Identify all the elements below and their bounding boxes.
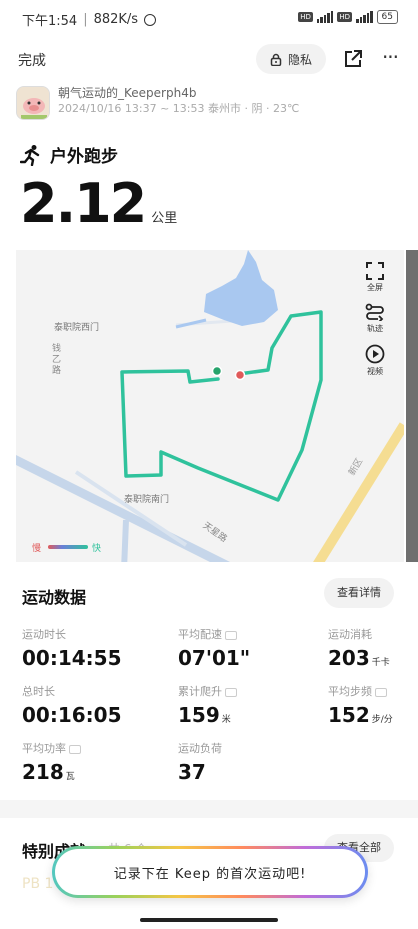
stat-label: 累计爬升 [178,685,222,698]
more-icon[interactable]: ··· [378,47,402,70]
map-road-diagonal-2 [74,470,188,547]
next-card-edge[interactable] [406,250,418,562]
stat-value: 152 [328,703,370,727]
stat-label: 运动负荷 [178,742,222,755]
privacy-label: 隐私 [287,52,312,67]
stat-label: 运动时长 [22,628,66,641]
user-name[interactable]: 朝气运动的_Keeperph4b [58,84,196,101]
route-path [120,310,323,502]
map-canvas [16,250,404,562]
achievement-badge: PB 1 [22,876,54,892]
map-water [204,250,278,326]
record-first-run-banner[interactable]: 记录下在 Keep 的首次运动吧! [52,846,368,898]
signal-icon [316,11,334,23]
video-button[interactable]: 视频 [365,344,385,377]
view-details-button[interactable]: 查看详情 [324,578,394,608]
stat-total-duration: 总时长 00:16:05 [22,683,122,727]
stat-training-load: 运动负荷 37 [178,740,222,784]
fullscreen-button[interactable]: 全屏 [366,262,384,293]
distance-row: 2.12 公里 [20,172,177,236]
stat-value: 218 [22,760,64,784]
status-time: 下午1:54 [22,14,78,29]
map-label-south-gate: 泰职院南门 [124,495,170,505]
distance-unit: 公里 [151,211,178,226]
stat-unit: 千卡 [371,658,390,668]
stat-avg-pace: 平均配速 07'01" [178,626,250,670]
stat-value: 00:16:05 [22,703,122,727]
route-start-marker [211,365,223,377]
stats-header: 运动数据 查看详情 [0,578,418,610]
stats-title: 运动数据 [22,588,87,607]
fullscreen-icon [366,262,384,280]
stat-unit: 瓦 [65,772,75,782]
stat-label: 运动消耗 [328,628,372,641]
map-label-west-gate: 泰职院西门 [54,323,100,333]
info-icon[interactable] [69,744,81,754]
stat-duration: 运动时长 00:14:55 [22,626,122,670]
stat-avg-power: 平均功率 218 瓦 [22,740,81,784]
status-bar: 下午1:54 | 882K/s HD HD 65 [0,0,418,36]
stat-value: 37 [178,760,206,784]
activity-title: 户外跑步 [20,142,118,167]
signal-icon-2 [356,11,373,23]
done-button[interactable]: 完成 [18,50,46,70]
map-toolbar: 全屏 轨迹 视频 [360,262,390,377]
activity-type: 户外跑步 [50,147,118,167]
play-icon [365,344,385,364]
share-icon[interactable] [342,48,364,70]
video-label: 视频 [367,367,383,376]
route-map[interactable]: 泰职院西门 钱乙路 泰职院南门 天星路 新区 慢 快 全屏 轨迹 视频 [16,250,404,562]
hd-icon-2: HD [337,12,353,22]
top-bar: 完成 隐私 ··· [0,40,418,80]
alarm-icon [144,13,157,26]
trajectory-label: 轨迹 [367,324,383,333]
map-label-road-west: 钱乙路 [52,344,62,376]
stat-value: 07'01" [178,646,251,670]
info-icon[interactable] [375,687,387,697]
map-main-road [313,422,404,562]
stat-label: 平均配速 [178,628,222,641]
stat-label: 平均功率 [22,742,66,755]
stat-label: 平均步频 [328,685,372,698]
stat-calories: 运动消耗 203 千卡 [328,626,390,670]
pace-legend-bar [48,545,88,549]
route-end-marker [234,369,246,381]
info-icon[interactable] [225,630,237,640]
stat-unit: 步/分 [371,715,393,725]
stat-unit: 米 [221,715,231,725]
trajectory-icon [365,303,384,321]
hd-icon: HD [298,12,313,22]
info-icon[interactable] [225,687,237,697]
trajectory-button[interactable]: 轨迹 [365,303,385,334]
map-road-branch [121,519,129,562]
battery-icon: 65 [376,10,398,24]
activity-meta: 2024/10/16 13:37 ~ 13:53 泰州市 · 阴 · 23℃ [58,102,300,115]
home-indicator[interactable] [140,918,278,922]
pace-legend-slow: 慢 [32,544,42,554]
privacy-button[interactable]: 隐私 [256,44,326,74]
running-icon [20,144,40,166]
stat-cadence: 平均步频 152 步/分 [328,683,393,727]
stat-value: 203 [328,646,370,670]
stat-value: 159 [178,703,220,727]
distance-value: 2.12 [20,172,147,235]
stat-elevation-gain: 累计爬升 159 米 [178,683,237,727]
record-banner-text: 记录下在 Keep 的首次运动吧! [113,866,307,882]
fullscreen-label: 全屏 [367,283,383,292]
pace-legend-fast: 快 [92,544,102,554]
lock-icon [270,53,282,66]
network-speed: 882K/s [93,12,139,27]
stat-value: 00:14:55 [22,646,122,670]
avatar[interactable] [16,86,50,120]
user-row: 朝气运动的_Keeperph4b 2024/10/16 13:37 ~ 13:5… [14,84,414,122]
section-divider [0,800,418,818]
stat-label: 总时长 [22,685,55,698]
